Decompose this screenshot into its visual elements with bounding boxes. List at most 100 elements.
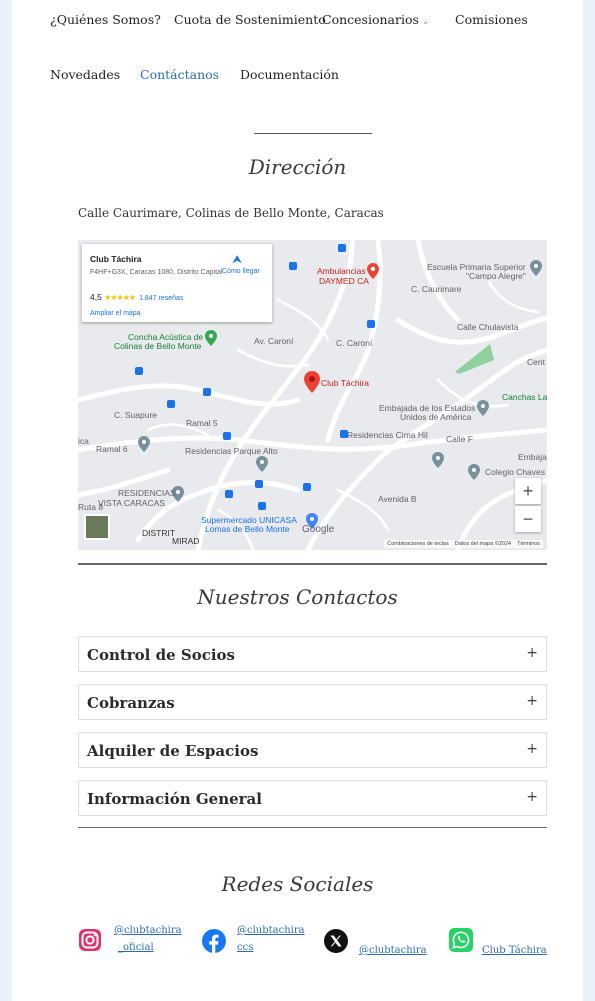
- map-data-text: Datos del mapa ©2024: [454, 541, 512, 547]
- map-label: DAYMED CA: [319, 276, 369, 286]
- nav-cuota-sostenimiento[interactable]: Cuota de Sostenimiento: [174, 12, 326, 27]
- facebook-handle: @clubtachira: [237, 925, 305, 936]
- directions-link[interactable]: Cómo llegar: [222, 268, 260, 275]
- map-pin-green-icon[interactable]: [205, 330, 217, 346]
- map-label: RESIDENCIAS: [118, 488, 176, 498]
- map-pin-embassy-icon[interactable]: [477, 400, 489, 416]
- terms-link[interactable]: Términos: [517, 541, 540, 547]
- satellite-toggle[interactable]: [84, 514, 110, 540]
- redes-title: Redes Sociales: [221, 872, 374, 896]
- plus-icon[interactable]: +: [526, 693, 538, 709]
- map-label: Avenida B: [378, 494, 417, 504]
- bus-stop-icon: [225, 490, 233, 498]
- map-label: Cent: [527, 357, 545, 367]
- map-label: C. Suapure: [114, 410, 157, 420]
- facebook-handle-suffix: ccs: [237, 942, 254, 953]
- instagram-link[interactable]: @clubtachira _oficial: [114, 924, 182, 954]
- page: ¿Quiénes Somos? Cuota de Sostenimiento C…: [12, 0, 583, 1001]
- map-label: Colegio Chaves: [485, 467, 546, 477]
- map-label: Club Táchira: [321, 378, 370, 388]
- map-label: MIRAD: [172, 536, 200, 546]
- accordion-informacion-general[interactable]: Información General +: [78, 780, 547, 816]
- map-label: ica: [78, 436, 89, 446]
- map-label: Unidos de América: [400, 412, 472, 422]
- map-label: Embajad: [518, 452, 547, 462]
- plus-icon[interactable]: +: [526, 789, 538, 805]
- map-label: Ramal 6: [96, 444, 128, 454]
- map-footer: Combinaciones de teclas Datos del mapa ©2…: [384, 540, 543, 548]
- accordion-label: Control de Socios: [87, 646, 235, 664]
- bus-stop-icon: [258, 502, 266, 510]
- place-address: F4HF+G3X, Caracas 1080, Distrito Capital: [90, 269, 223, 276]
- keyboard-shortcuts-link[interactable]: Combinaciones de teclas: [387, 541, 448, 547]
- nav-documentacion[interactable]: Documentación: [240, 67, 339, 82]
- map-label: Av. Caroní: [254, 336, 294, 346]
- x-link[interactable]: @clubtachira: [359, 944, 427, 957]
- zoom-in-button[interactable]: +: [515, 478, 541, 504]
- bus-stop-icon: [255, 480, 263, 488]
- plus-icon[interactable]: +: [526, 645, 538, 661]
- nav-contactanos[interactable]: Contáctanos: [140, 67, 219, 82]
- map-label: "Campo Alegre": [466, 271, 526, 281]
- map-pin-cima-icon[interactable]: [432, 452, 444, 468]
- map-label: Residencias Parque Alto: [185, 446, 278, 456]
- star-icon: ★★★★★: [104, 293, 136, 302]
- bus-stop-icon: [167, 400, 175, 408]
- map-label: Colinas de Bello Monte: [114, 341, 202, 351]
- bus-stop-icon: [367, 320, 375, 328]
- place-rating: 4,5 ★★★★★ 1.847 reseñas: [90, 292, 183, 302]
- direccion-title: Dirección: [248, 155, 347, 179]
- section-divider: [78, 827, 547, 828]
- whatsapp-link[interactable]: Club Táchira: [482, 944, 547, 957]
- bus-stop-icon: [203, 388, 211, 396]
- map-label: Ramal 5: [186, 418, 218, 428]
- map-label: Residencias Cima Hil: [347, 430, 428, 440]
- map-pin-ramal-icon[interactable]: [138, 436, 150, 452]
- map-pin-gray-icon[interactable]: [530, 260, 542, 276]
- map-info-card: Club Táchira F4HF+G3X, Caracas 1080, Dis…: [82, 244, 272, 322]
- map-label: Calle Chulavista: [457, 322, 519, 332]
- instagram-handle-suffix: _oficial: [118, 942, 154, 953]
- instagram-icon[interactable]: [78, 928, 102, 952]
- accordion-label: Alquiler de Espacios: [87, 742, 259, 760]
- map-label: C. Caroní: [336, 338, 373, 348]
- bus-stop-icon: [223, 432, 231, 440]
- map-label: Ruta 8: [78, 502, 104, 512]
- address-text: Calle Caurimare, Colinas de Bello Monte,…: [78, 206, 384, 220]
- facebook-icon[interactable]: [202, 929, 226, 953]
- reviews-link[interactable]: 1.847 reseñas: [139, 295, 183, 302]
- title-divider: [254, 133, 372, 134]
- accordion-cobranzas[interactable]: Cobranzas +: [78, 684, 547, 720]
- whatsapp-icon[interactable]: [449, 928, 473, 952]
- accordion-label: Información General: [87, 790, 262, 808]
- map-label: Canchas La: [502, 392, 547, 402]
- google-map[interactable]: Club Táchira F4HF+G3X, Caracas 1080, Dis…: [78, 240, 547, 550]
- nav-concesionarios-label: Concesionarios: [322, 12, 419, 27]
- enlarge-map-link[interactable]: Ampliar el mapa: [90, 310, 141, 317]
- nav-quienes-somos[interactable]: ¿Quiénes Somos?: [50, 12, 161, 27]
- bus-stop-icon: [338, 244, 346, 252]
- bus-stop-icon: [135, 367, 143, 375]
- accordion-alquiler-espacios[interactable]: Alquiler de Espacios +: [78, 732, 547, 768]
- nav-comisiones[interactable]: Comisiones: [455, 12, 528, 27]
- plus-icon[interactable]: +: [526, 741, 538, 757]
- section-divider: [78, 563, 547, 565]
- facebook-link[interactable]: @clubtachira ccs: [237, 924, 305, 954]
- directions-icon[interactable]: ⮝: [232, 252, 242, 267]
- nav-concesionarios[interactable]: Concesionarios ⌄: [322, 12, 429, 27]
- map-label: VISTA CARACAS: [98, 498, 165, 508]
- nav-novedades[interactable]: Novedades: [50, 67, 120, 82]
- bus-stop-icon: [289, 262, 297, 270]
- map-pin-residencias-icon[interactable]: [256, 456, 268, 472]
- instagram-handle: @clubtachira: [114, 925, 182, 936]
- bus-stop-icon: [303, 483, 311, 491]
- zoom-out-button[interactable]: −: [515, 506, 541, 532]
- x-icon[interactable]: [324, 929, 348, 953]
- google-logo: Google: [302, 524, 335, 535]
- map-label: C. Caurimare: [411, 284, 462, 294]
- map-pin-colegio-icon[interactable]: [468, 464, 480, 480]
- map-label: Lomas de Bello Monte: [205, 524, 290, 534]
- accordion-control-socios[interactable]: Control de Socios +: [78, 636, 547, 672]
- chevron-down-icon: ⌄: [421, 17, 430, 27]
- club-tachira-pin-icon[interactable]: [304, 371, 320, 393]
